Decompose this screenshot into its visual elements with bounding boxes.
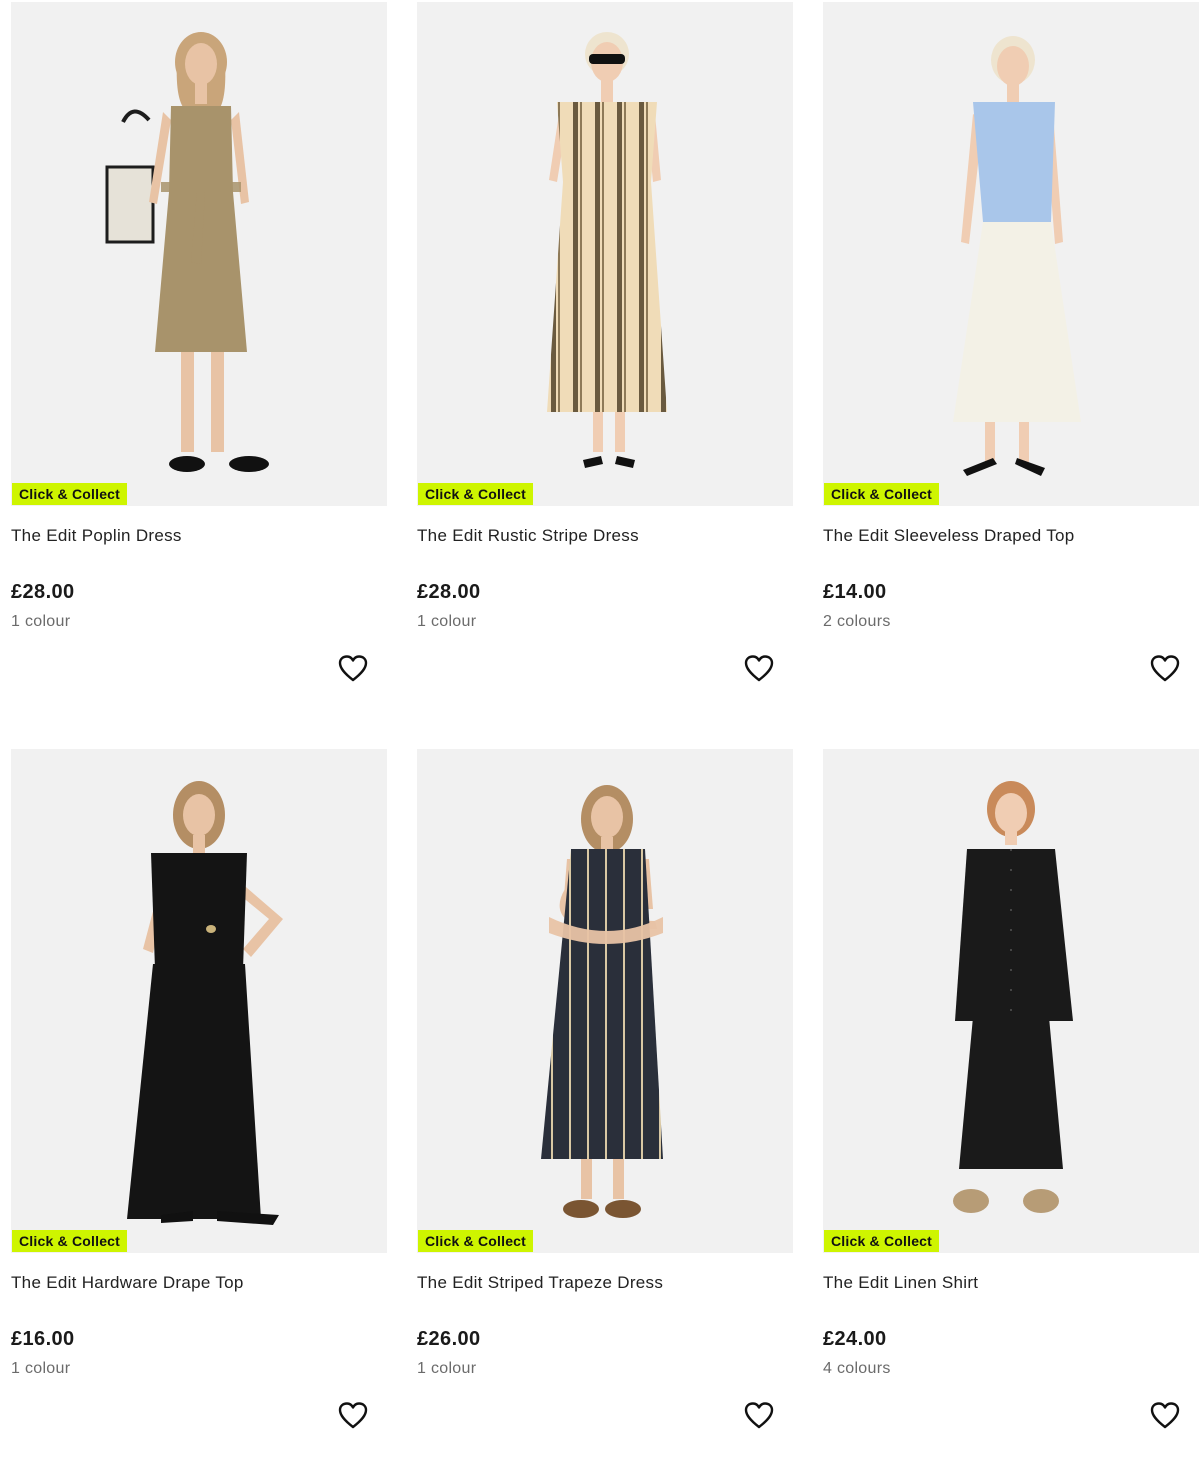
heart-outline-icon[interactable] — [338, 654, 368, 684]
heart-outline-icon[interactable] — [338, 1401, 368, 1431]
click-collect-badge: Click & Collect — [418, 1230, 534, 1252]
heart-outline-icon[interactable] — [744, 654, 774, 684]
product-colour-count: 1 colour — [11, 613, 71, 630]
product-image[interactable]: Click & Collect — [417, 749, 793, 1253]
heart-outline-icon[interactable] — [1150, 1401, 1180, 1431]
product-card[interactable]: Click & Collect The Edit Rustic Stripe D… — [417, 2, 793, 722]
model-illustration — [11, 2, 387, 506]
product-card[interactable]: Click & Collect The Edit Linen Shirt £24… — [823, 749, 1199, 1469]
product-colour-count: 2 colours — [823, 613, 891, 630]
product-card[interactable]: Click & Collect The Edit Striped Trapeze… — [417, 749, 793, 1469]
product-price: £24.00 — [823, 1328, 887, 1350]
product-price: £14.00 — [823, 581, 887, 603]
heart-outline-icon[interactable] — [1150, 654, 1180, 684]
model-illustration — [823, 749, 1199, 1253]
heart-outline-icon[interactable] — [744, 1401, 774, 1431]
model-illustration — [417, 2, 793, 506]
product-image[interactable]: Click & Collect — [11, 749, 387, 1253]
product-name[interactable]: The Edit Poplin Dress — [11, 526, 182, 546]
product-name[interactable]: The Edit Rustic Stripe Dress — [417, 526, 639, 546]
click-collect-badge: Click & Collect — [824, 483, 940, 505]
product-colour-count: 4 colours — [823, 1360, 891, 1377]
product-card[interactable]: Click & Collect The Edit Sleeveless Drap… — [823, 2, 1199, 722]
model-illustration — [417, 749, 793, 1253]
product-price: £28.00 — [417, 581, 481, 603]
product-image[interactable]: Click & Collect — [11, 2, 387, 506]
click-collect-badge: Click & Collect — [12, 483, 128, 505]
product-price: £28.00 — [11, 581, 75, 603]
model-illustration — [823, 2, 1199, 506]
product-card[interactable]: Click & Collect The Edit Hardware Drape … — [11, 749, 387, 1469]
product-name[interactable]: The Edit Hardware Drape Top — [11, 1273, 244, 1293]
product-name[interactable]: The Edit Striped Trapeze Dress — [417, 1273, 663, 1293]
product-name[interactable]: The Edit Sleeveless Draped Top — [823, 526, 1075, 546]
product-image[interactable]: Click & Collect — [417, 2, 793, 506]
click-collect-badge: Click & Collect — [12, 1230, 128, 1252]
product-image[interactable]: Click & Collect — [823, 749, 1199, 1253]
product-colour-count: 1 colour — [417, 613, 477, 630]
model-illustration — [11, 749, 387, 1253]
product-card[interactable]: Click & Collect The Edit Poplin Dress £2… — [11, 2, 387, 722]
product-grid: Click & Collect The Edit Poplin Dress £2… — [0, 0, 1200, 1432]
click-collect-badge: Click & Collect — [824, 1230, 940, 1252]
product-image[interactable]: Click & Collect — [823, 2, 1199, 506]
product-colour-count: 1 colour — [11, 1360, 71, 1377]
product-price: £26.00 — [417, 1328, 481, 1350]
product-name[interactable]: The Edit Linen Shirt — [823, 1273, 978, 1293]
click-collect-badge: Click & Collect — [418, 483, 534, 505]
product-price: £16.00 — [11, 1328, 75, 1350]
product-colour-count: 1 colour — [417, 1360, 477, 1377]
